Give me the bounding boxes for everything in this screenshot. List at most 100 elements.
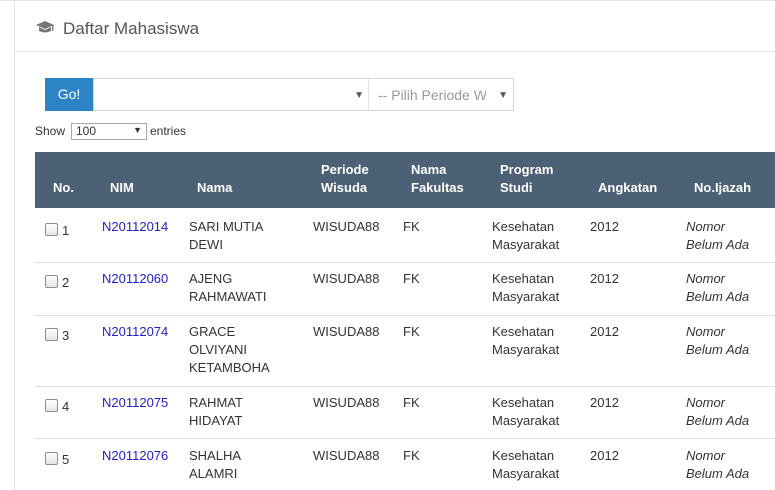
fakultas-cell: FK xyxy=(403,219,420,234)
prodi-cell: Kesehatan Masyarakat xyxy=(492,323,559,359)
prodi-line: Masyarakat xyxy=(492,342,560,357)
header-no-ijazah[interactable]: No.Ijazah xyxy=(694,179,751,197)
entries-select[interactable]: 100 ▼ xyxy=(71,123,147,140)
angkatan-cell: 2012 xyxy=(590,324,619,339)
nim-link[interactable]: N20112060 xyxy=(102,270,168,288)
table-row: 2 N20112060 AJENG RAHMAWATI WISUDA88 FK K… xyxy=(35,263,775,316)
ijazah-line: Belum Ada xyxy=(686,413,750,428)
nama-line: RAHMAWATI xyxy=(189,289,267,304)
table-row: 5 N20112076 SHALHA ALAMRI WISUDA88 FK Kes… xyxy=(35,439,775,490)
chevron-down-icon: ▼ xyxy=(498,90,508,101)
nama-line: KETAMBOHA xyxy=(189,360,270,375)
filter-select[interactable]: ▼ xyxy=(93,78,370,111)
prodi-line: Masyarakat xyxy=(492,413,560,428)
ijazah-line: Belum Ada xyxy=(686,342,750,357)
nama-line: OLVIYANI xyxy=(189,342,248,357)
prodi-line: Kesehatan xyxy=(492,271,555,286)
angkatan-cell: 2012 xyxy=(590,395,619,410)
ijazah-line: Nomor xyxy=(686,324,726,339)
prodi-cell: Kesehatan Masyarakat xyxy=(492,394,559,430)
header-fakultas-line2: Fakultas xyxy=(411,180,464,195)
header-periode-line1: Periode xyxy=(321,162,369,177)
prodi-line: Kesehatan xyxy=(492,219,555,234)
angkatan-cell: 2012 xyxy=(590,271,619,286)
nim-link[interactable]: N20112076 xyxy=(102,447,168,465)
periode-cell: WISUDA88 xyxy=(313,219,380,234)
ijazah-cell: Nomor Belum Ada xyxy=(686,270,749,306)
entries-value: 100 xyxy=(76,124,97,138)
row-number: 5 xyxy=(62,452,70,467)
header-program-studi[interactable]: Program Studi xyxy=(500,161,553,197)
angkatan-cell: 2012 xyxy=(590,448,619,463)
fakultas-cell: FK xyxy=(403,324,420,339)
nama-line: SHALHA xyxy=(189,448,242,463)
nama-line: HIDAYAT xyxy=(189,413,243,428)
header-periode-wisuda[interactable]: Periode Wisuda xyxy=(321,161,369,197)
table-row: 1 N20112014 SARI MUTIA DEWI WISUDA88 FK K… xyxy=(35,208,775,263)
ijazah-line: Nomor xyxy=(686,448,726,463)
header-nama-fakultas[interactable]: Nama Fakultas xyxy=(411,161,464,197)
fakultas-cell: FK xyxy=(403,395,420,410)
show-label: Show xyxy=(35,124,66,138)
go-button[interactable]: Go! xyxy=(45,78,93,111)
nama-line: RAHMAT xyxy=(189,395,243,410)
ijazah-line: Belum Ada xyxy=(686,466,750,481)
row-number: 2 xyxy=(62,275,70,290)
panel-left-border xyxy=(14,0,15,490)
row-number: 3 xyxy=(62,328,70,343)
prodi-line: Kesehatan xyxy=(492,448,555,463)
nama-line: ALAMRI xyxy=(189,466,238,481)
periode-cell: WISUDA88 xyxy=(313,395,380,410)
ijazah-cell: Nomor Belum Ada xyxy=(686,323,749,359)
prodi-line: Kesehatan xyxy=(492,324,555,339)
ijazah-cell: Nomor Belum Ada xyxy=(686,394,749,430)
prodi-line: Masyarakat xyxy=(492,289,560,304)
periode-wisuda-select[interactable]: -- Pilih Periode Wisuda -- ▼ xyxy=(368,78,514,111)
row-checkbox[interactable] xyxy=(45,275,58,288)
header-prodi-line1: Program xyxy=(500,162,554,177)
header-periode-line2: Wisuda xyxy=(321,180,368,195)
nama-cell: SARI MUTIA DEWI xyxy=(189,218,289,254)
row-checkbox[interactable] xyxy=(45,399,58,412)
prodi-cell: Kesehatan Masyarakat xyxy=(492,447,559,483)
periode-cell: WISUDA88 xyxy=(313,271,380,286)
header-angkatan[interactable]: Angkatan xyxy=(598,179,657,197)
nama-line: AJENG xyxy=(189,271,233,286)
row-number: 1 xyxy=(62,223,70,238)
chevron-down-icon: ▼ xyxy=(354,90,364,101)
ijazah-cell: Nomor Belum Ada xyxy=(686,447,749,483)
table-row: 3 N20112074 GRACE OLVIYANI KETAMBOHA WISUD… xyxy=(35,316,775,387)
panel-heading: Daftar Mahasiswa xyxy=(15,1,775,52)
entries-label: entries xyxy=(150,124,187,138)
prodi-line: Masyarakat xyxy=(492,466,560,481)
ijazah-line: Nomor xyxy=(686,395,726,410)
prodi-line: Masyarakat xyxy=(492,237,560,252)
fakultas-cell: FK xyxy=(403,271,420,286)
header-nim[interactable]: NIM xyxy=(110,179,134,197)
row-checkbox[interactable] xyxy=(45,223,58,236)
periode-cell: WISUDA88 xyxy=(313,448,380,463)
nama-cell: RAHMAT HIDAYAT xyxy=(189,394,289,430)
ijazah-line: Nomor xyxy=(686,271,726,286)
ijazah-line: Nomor xyxy=(686,219,726,234)
table-row: 4 N20112075 RAHMAT HIDAYAT WISUDA88 FK Ke… xyxy=(35,387,775,439)
nama-cell: GRACE OLVIYANI KETAMBOHA xyxy=(189,323,289,377)
row-checkbox[interactable] xyxy=(45,452,58,465)
nim-link[interactable]: N20112075 xyxy=(102,394,168,412)
header-nama[interactable]: Nama xyxy=(197,179,232,197)
fakultas-cell: FK xyxy=(403,448,420,463)
nama-cell: AJENG RAHMAWATI xyxy=(189,270,289,306)
ijazah-cell: Nomor Belum Ada xyxy=(686,218,749,254)
ijazah-line: Belum Ada xyxy=(686,289,750,304)
prodi-cell: Kesehatan Masyarakat xyxy=(492,218,559,254)
nim-link[interactable]: N20112074 xyxy=(102,323,168,341)
header-no[interactable]: No. xyxy=(53,179,74,197)
header-fakultas-line1: Nama xyxy=(411,162,447,177)
chevron-down-icon: ▼ xyxy=(133,125,142,135)
header-prodi-line2: Studi xyxy=(500,180,533,195)
nama-line: GRACE xyxy=(189,324,236,339)
nim-link[interactable]: N20112014 xyxy=(102,218,168,236)
graduation-cap-icon xyxy=(35,20,55,36)
row-checkbox[interactable] xyxy=(45,328,58,341)
ijazah-line: Belum Ada xyxy=(686,237,750,252)
